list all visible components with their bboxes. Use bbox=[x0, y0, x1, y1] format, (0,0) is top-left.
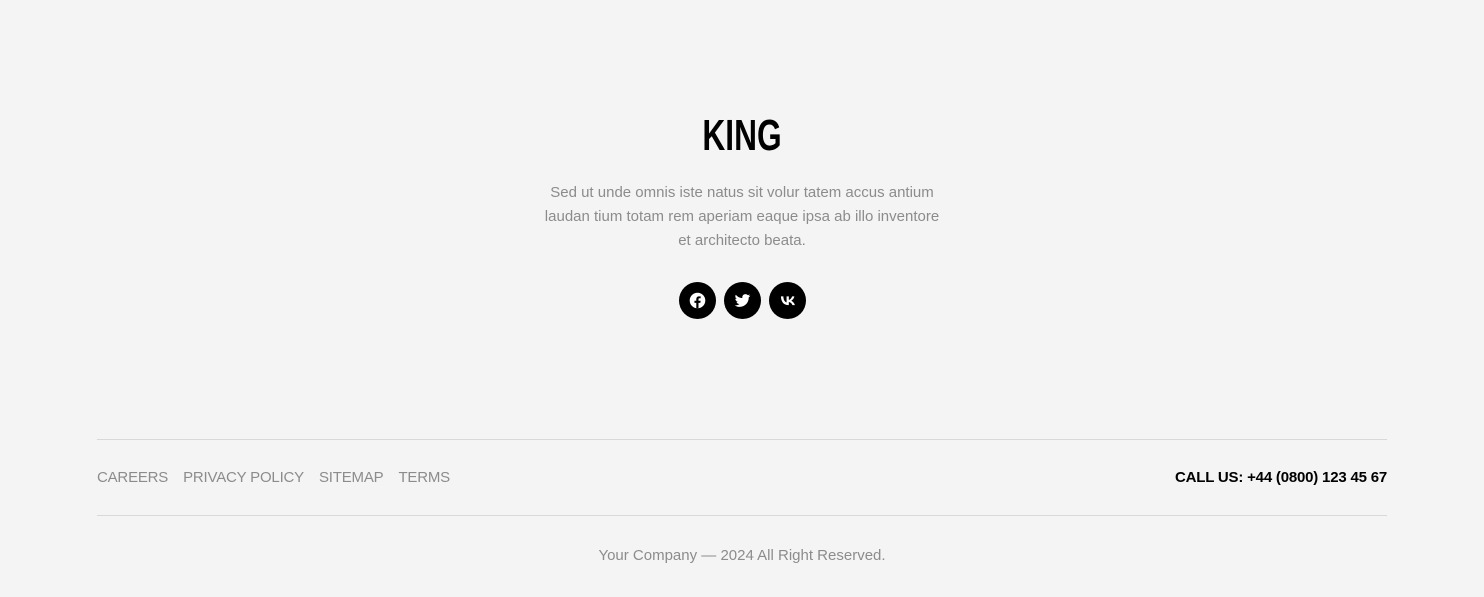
footer-divider-bottom bbox=[97, 515, 1387, 516]
copyright-text: Your Company — 2024 All Right Reserved. bbox=[598, 547, 886, 564]
footer-link-careers[interactable]: CAREERS bbox=[97, 468, 168, 488]
twitter-icon bbox=[734, 294, 751, 307]
social-links bbox=[679, 282, 806, 319]
facebook-button[interactable] bbox=[679, 282, 716, 319]
vk-icon bbox=[780, 295, 795, 305]
call-us-phone[interactable]: CALL US: +44 (0800) 123 45 67 bbox=[1175, 468, 1387, 488]
site-logo[interactable]: KING bbox=[702, 108, 781, 164]
footer-nav: CAREERS PRIVACY POLICY SITEMAP TERMS bbox=[97, 468, 450, 488]
footer-link-terms[interactable]: TERMS bbox=[398, 468, 450, 488]
twitter-button[interactable] bbox=[724, 282, 761, 319]
brand-block: KING bbox=[0, 108, 1484, 164]
footer-divider-top bbox=[97, 439, 1387, 440]
vk-button[interactable] bbox=[769, 282, 806, 319]
footer-link-privacy-policy[interactable]: PRIVACY POLICY bbox=[183, 468, 304, 488]
footer-link-sitemap[interactable]: SITEMAP bbox=[319, 468, 384, 488]
facebook-icon bbox=[689, 292, 706, 309]
brand-tagline: Sed ut unde omnis iste natus sit volur t… bbox=[544, 184, 940, 249]
